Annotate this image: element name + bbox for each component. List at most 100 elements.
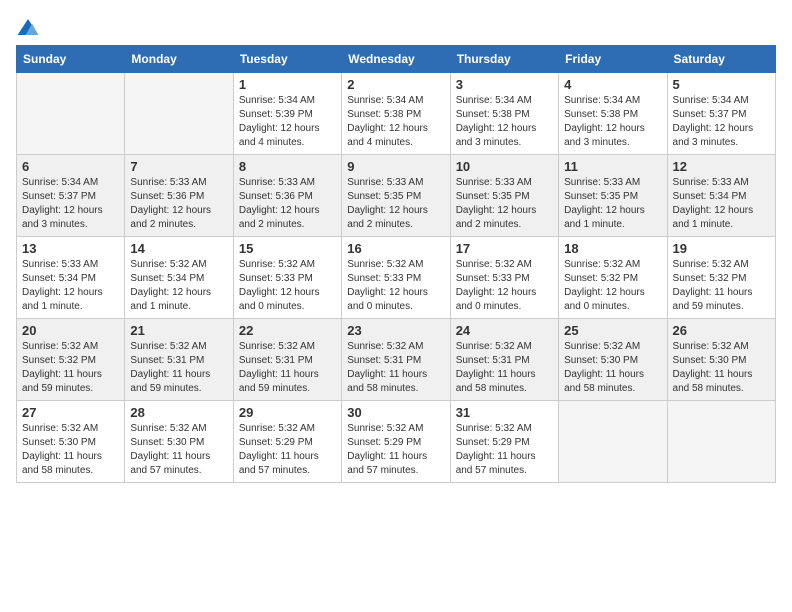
- calendar-cell: [125, 73, 233, 155]
- day-number: 16: [347, 241, 444, 256]
- day-number: 28: [130, 405, 227, 420]
- calendar-cell: 23 Sunrise: 5:32 AM Sunset: 5:31 PM Dayli…: [342, 319, 450, 401]
- day-number: 20: [22, 323, 119, 338]
- day-number: 19: [673, 241, 770, 256]
- calendar-cell: [17, 73, 125, 155]
- calendar-cell: 3Sunrise: 5:34 AM Sunset: 5:38 PM Daylig…: [450, 73, 558, 155]
- day-detail: Sunrise: 5:32 AM Sunset: 5:32 PM Dayligh…: [673, 258, 770, 314]
- calendar-header-friday: Friday: [559, 46, 667, 73]
- day-detail: Sunrise: 5:34 AM Sunset: 5:37 PM Dayligh…: [673, 94, 770, 150]
- day-number: 27: [22, 405, 119, 420]
- day-detail: Sunrise: 5:34 AM Sunset: 5:39 PM Dayligh…: [239, 94, 336, 150]
- calendar-header-wednesday: Wednesday: [342, 46, 450, 73]
- calendar-cell: 27Sunrise: 5:32 AM Sunset: 5:30 PM Dayli…: [17, 401, 125, 483]
- day-detail: Sunrise: 5:33 AM Sunset: 5:35 PM Dayligh…: [564, 176, 661, 232]
- calendar-cell: [667, 401, 775, 483]
- calendar-cell: 2 Sunrise: 5:34 AM Sunset: 5:38 PM Daylig…: [342, 73, 450, 155]
- day-number: 21: [130, 323, 227, 338]
- calendar-cell: 30 Sunrise: 5:32 AM Sunset: 5:29 PM Dayli…: [342, 401, 450, 483]
- day-number: 31: [456, 405, 553, 420]
- day-number: 10: [456, 159, 553, 174]
- calendar-cell: 10 Sunrise: 5:33 AM Sunset: 5:35 PM Dayli…: [450, 155, 558, 237]
- calendar-cell: 13Sunrise: 5:33 AM Sunset: 5:34 PM Dayli…: [17, 237, 125, 319]
- day-detail: Sunrise: 5:32 AM Sunset: 5:31 PM Dayligh…: [130, 340, 227, 396]
- calendar-cell: 14Sunrise: 5:32 AM Sunset: 5:34 PM Dayli…: [125, 237, 233, 319]
- day-detail: Sunrise: 5:33 AM Sunset: 5:34 PM Dayligh…: [673, 176, 770, 232]
- day-number: 24: [456, 323, 553, 338]
- day-detail: Sunrise: 5:33 AM Sunset: 5:35 PM Dayligh…: [456, 176, 553, 232]
- calendar-header-sunday: Sunday: [17, 46, 125, 73]
- calendar-cell: 29Sunrise: 5:32 AM Sunset: 5:29 PM Dayli…: [233, 401, 341, 483]
- day-detail: Sunrise: 5:32 AM Sunset: 5:32 PM Dayligh…: [564, 258, 661, 314]
- logo-icon: [16, 17, 40, 37]
- day-detail: Sunrise: 5:33 AM Sunset: 5:35 PM Dayligh…: [347, 176, 444, 232]
- calendar-cell: 25 Sunrise: 5:32 AM Sunset: 5:30 PM Dayli…: [559, 319, 667, 401]
- day-number: 7: [130, 159, 227, 174]
- day-number: 11: [564, 159, 661, 174]
- day-number: 13: [22, 241, 119, 256]
- calendar-cell: 11 Sunrise: 5:33 AM Sunset: 5:35 PM Dayli…: [559, 155, 667, 237]
- calendar-cell: 12 Sunrise: 5:33 AM Sunset: 5:34 PM Dayli…: [667, 155, 775, 237]
- day-detail: Sunrise: 5:32 AM Sunset: 5:31 PM Dayligh…: [239, 340, 336, 396]
- day-detail: Sunrise: 5:32 AM Sunset: 5:29 PM Dayligh…: [456, 422, 553, 478]
- calendar-cell: 8 Sunrise: 5:33 AM Sunset: 5:36 PM Daylig…: [233, 155, 341, 237]
- day-detail: Sunrise: 5:32 AM Sunset: 5:34 PM Dayligh…: [130, 258, 227, 314]
- day-detail: Sunrise: 5:32 AM Sunset: 5:30 PM Dayligh…: [564, 340, 661, 396]
- day-number: 2: [347, 77, 444, 92]
- day-detail: Sunrise: 5:34 AM Sunset: 5:37 PM Dayligh…: [22, 176, 119, 232]
- day-number: 1: [239, 77, 336, 92]
- calendar-cell: 15 Sunrise: 5:32 AM Sunset: 5:33 PM Dayli…: [233, 237, 341, 319]
- calendar-header-saturday: Saturday: [667, 46, 775, 73]
- calendar-header-thursday: Thursday: [450, 46, 558, 73]
- day-number: 30: [347, 405, 444, 420]
- day-number: 3: [456, 77, 553, 92]
- calendar-cell: 21 Sunrise: 5:32 AM Sunset: 5:31 PM Dayli…: [125, 319, 233, 401]
- day-detail: Sunrise: 5:32 AM Sunset: 5:33 PM Dayligh…: [347, 258, 444, 314]
- calendar-cell: 9 Sunrise: 5:33 AM Sunset: 5:35 PM Daylig…: [342, 155, 450, 237]
- day-detail: Sunrise: 5:33 AM Sunset: 5:36 PM Dayligh…: [239, 176, 336, 232]
- calendar-cell: 1 Sunrise: 5:34 AM Sunset: 5:39 PM Daylig…: [233, 73, 341, 155]
- day-detail: Sunrise: 5:32 AM Sunset: 5:31 PM Dayligh…: [347, 340, 444, 396]
- day-detail: Sunrise: 5:32 AM Sunset: 5:33 PM Dayligh…: [239, 258, 336, 314]
- day-detail: Sunrise: 5:32 AM Sunset: 5:30 PM Dayligh…: [673, 340, 770, 396]
- day-detail: Sunrise: 5:32 AM Sunset: 5:31 PM Dayligh…: [456, 340, 553, 396]
- calendar-cell: 31 Sunrise: 5:32 AM Sunset: 5:29 PM Dayli…: [450, 401, 558, 483]
- day-number: 15: [239, 241, 336, 256]
- day-number: 23: [347, 323, 444, 338]
- calendar-cell: 17Sunrise: 5:32 AM Sunset: 5:33 PM Dayli…: [450, 237, 558, 319]
- day-number: 12: [673, 159, 770, 174]
- calendar-week-row: 20 Sunrise: 5:32 AM Sunset: 5:32 PM Dayli…: [17, 319, 776, 401]
- day-detail: Sunrise: 5:32 AM Sunset: 5:32 PM Dayligh…: [22, 340, 119, 396]
- day-number: 18: [564, 241, 661, 256]
- calendar-cell: 24 Sunrise: 5:32 AM Sunset: 5:31 PM Dayli…: [450, 319, 558, 401]
- day-number: 26: [673, 323, 770, 338]
- calendar-week-row: 27 Sunrise: 5:32 AM Sunset: 5:30 PM Dayli…: [17, 401, 776, 483]
- day-detail: Sunrise: 5:32 AM Sunset: 5:29 PM Dayligh…: [347, 422, 444, 478]
- calendar-cell: 18 Sunrise: 5:32 AM Sunset: 5:32 PM Dayli…: [559, 237, 667, 319]
- calendar-week-row: 13Sunrise: 5:33 AM Sunset: 5:34 PM Dayli…: [17, 237, 776, 319]
- day-number: 22: [239, 323, 336, 338]
- day-number: 25: [564, 323, 661, 338]
- day-number: 9: [347, 159, 444, 174]
- day-number: 5: [673, 77, 770, 92]
- day-number: 6: [22, 159, 119, 174]
- calendar-cell: 22 Sunrise: 5:32 AM Sunset: 5:31 PM Dayli…: [233, 319, 341, 401]
- calendar-week-row: 1 Sunrise: 5:34 AM Sunset: 5:39 PM Daylig…: [17, 73, 776, 155]
- calendar-cell: 16 Sunrise: 5:32 AM Sunset: 5:33 PM Dayli…: [342, 237, 450, 319]
- day-detail: Sunrise: 5:32 AM Sunset: 5:30 PM Dayligh…: [130, 422, 227, 478]
- calendar-cell: 26 Sunrise: 5:32 AM Sunset: 5:30 PM Dayli…: [667, 319, 775, 401]
- day-detail: Sunrise: 5:34 AM Sunset: 5:38 PM Dayligh…: [347, 94, 444, 150]
- calendar-cell: 28 Sunrise: 5:32 AM Sunset: 5:30 PM Dayli…: [125, 401, 233, 483]
- calendar-cell: 4Sunrise: 5:34 AM Sunset: 5:38 PM Daylig…: [559, 73, 667, 155]
- calendar-cell: 19 Sunrise: 5:32 AM Sunset: 5:32 PM Dayli…: [667, 237, 775, 319]
- calendar-header-tuesday: Tuesday: [233, 46, 341, 73]
- calendar-header-monday: Monday: [125, 46, 233, 73]
- day-number: 29: [239, 405, 336, 420]
- calendar-cell: 20 Sunrise: 5:32 AM Sunset: 5:32 PM Dayli…: [17, 319, 125, 401]
- day-detail: Sunrise: 5:32 AM Sunset: 5:33 PM Dayligh…: [456, 258, 553, 314]
- day-number: 8: [239, 159, 336, 174]
- calendar-cell: 6 Sunrise: 5:34 AM Sunset: 5:37 PM Daylig…: [17, 155, 125, 237]
- calendar-cell: 7Sunrise: 5:33 AM Sunset: 5:36 PM Daylig…: [125, 155, 233, 237]
- calendar-header-row: SundayMondayTuesdayWednesdayThursdayFrid…: [17, 46, 776, 73]
- calendar-week-row: 6 Sunrise: 5:34 AM Sunset: 5:37 PM Daylig…: [17, 155, 776, 237]
